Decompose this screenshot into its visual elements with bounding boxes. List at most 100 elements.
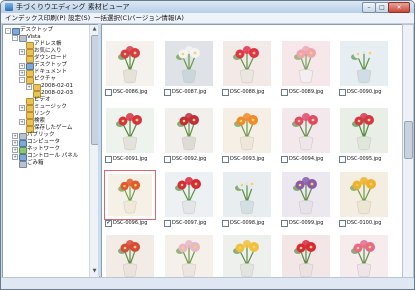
tree-item[interactable]: + 検索 (3, 118, 89, 126)
photo-thumbnail[interactable]: DSC-0089.jpg (280, 39, 332, 97)
photo-thumbnail[interactable] (280, 233, 332, 277)
tree-item[interactable]: + コンピュータ (3, 139, 89, 147)
menu-version-info[interactable]: バージョン情報(A) (129, 13, 184, 23)
menu-settings[interactable]: 設定(S) (68, 13, 90, 23)
flower-photo[interactable] (106, 235, 154, 277)
photo-thumbnail[interactable]: DSC-0090.jpg (338, 39, 390, 97)
file-name: DSC-0091.jpg (113, 156, 148, 162)
photo-thumbnail[interactable]: DSC-0098.jpg (221, 170, 273, 228)
tree-item-label: お気に入り (34, 48, 62, 54)
flower-photo[interactable] (165, 108, 213, 153)
flower-photo[interactable] (282, 108, 330, 153)
thumbnail-grid: DSC-0086.jpg DSC-0087.jpg DSC-0088.jpg DSC-… (101, 24, 404, 278)
tree-item-label: コントロール パネル (27, 153, 79, 159)
photo-thumbnail[interactable]: DSC-0099.jpg (280, 170, 332, 228)
photo-thumbnail[interactable]: DSC-0095.jpg (338, 106, 390, 164)
flower-photo[interactable] (106, 108, 154, 153)
select-checkbox[interactable] (222, 156, 229, 163)
photo-thumbnail[interactable]: DSC-0092.jpg (163, 106, 215, 164)
file-name: DSC-0099.jpg (289, 220, 324, 226)
photo-thumbnail[interactable]: DSC-0086.jpg (104, 39, 156, 97)
photo-thumbnail[interactable] (163, 233, 215, 277)
tree-item[interactable]: + ミュージック (3, 104, 89, 112)
flower-photo[interactable] (106, 41, 154, 86)
flower-photo[interactable] (340, 235, 388, 277)
file-name: DSC-0093.jpg (230, 156, 265, 162)
select-checkbox[interactable] (105, 156, 112, 163)
flower-photo[interactable] (223, 172, 271, 217)
flower-photo[interactable] (165, 41, 213, 86)
photo-thumbnail[interactable] (338, 233, 390, 277)
select-checkbox[interactable] (281, 89, 288, 96)
photo-thumbnail[interactable]: DSC-0093.jpg (221, 106, 273, 164)
select-checkbox[interactable] (339, 156, 346, 163)
tree-item[interactable]: + お気に入り (3, 48, 89, 56)
tree-item[interactable]: - ピクチャ (3, 76, 89, 84)
select-checkbox[interactable] (222, 89, 229, 96)
tree-item[interactable]: アドレス帳 (3, 41, 89, 49)
tree-item-label: ピクチャ (34, 76, 56, 82)
photo-thumbnail[interactable]: DSC-0097.jpg (163, 170, 215, 228)
thumbnail-scroll-thumb[interactable] (404, 121, 413, 159)
scroll-up-arrow-icon[interactable]: ▲ (91, 26, 98, 33)
select-checkbox[interactable] (105, 89, 112, 96)
photo-thumbnail[interactable] (221, 233, 273, 277)
photo-thumbnail[interactable]: DSC-0094.jpg (280, 106, 332, 164)
flower-photo[interactable] (223, 41, 271, 86)
select-checkbox[interactable]: ✔ (105, 220, 112, 227)
tree-item-label: ごみ箱 (27, 160, 44, 166)
select-checkbox[interactable] (164, 89, 171, 96)
tree-item[interactable]: +2008-02-01 (3, 83, 89, 91)
menu-select-all[interactable]: 一括選択(C) (94, 13, 130, 23)
flower-photo[interactable] (223, 108, 271, 153)
photo-thumbnail[interactable]: ✔ DSC-0096.jpg (104, 170, 156, 228)
tree-item[interactable]: ごみ箱 (3, 160, 89, 168)
tree-item[interactable]: + パブリック (3, 132, 89, 140)
photo-thumbnail[interactable]: DSC-0091.jpg (104, 106, 156, 164)
tree-item[interactable]: + ネットワーク (3, 146, 89, 154)
select-checkbox[interactable] (281, 220, 288, 227)
flower-photo[interactable] (340, 41, 388, 86)
flower-photo[interactable] (340, 172, 388, 217)
select-checkbox[interactable] (164, 156, 171, 163)
tree-item[interactable]: + ドキュメント (3, 69, 89, 77)
maximize-button[interactable]: □ (375, 2, 389, 13)
tree-item[interactable]: 2008-02-03 (3, 90, 89, 98)
flower-photo[interactable] (223, 235, 271, 277)
flower-photo[interactable] (165, 172, 213, 217)
minimize-button[interactable]: – (362, 2, 376, 13)
file-name: DSC-0094.jpg (289, 156, 324, 162)
select-checkbox[interactable] (281, 156, 288, 163)
flower-photo[interactable] (282, 41, 330, 86)
tree-item[interactable]: + コントロール パネル (3, 153, 89, 161)
menu-index-print[interactable]: インデックス印刷(P) (5, 13, 66, 23)
scroll-down-arrow-icon[interactable]: ▼ (91, 268, 98, 275)
photo-thumbnail[interactable]: DSC-0088.jpg (221, 39, 273, 97)
folder-tree: - デスクトップ - Vista アドレス帳 + お気に入り ダウンロード + デスクトップ + ドキ… (3, 25, 89, 277)
file-name: DSC-0097.jpg (172, 220, 207, 226)
select-checkbox[interactable] (164, 220, 171, 227)
close-button[interactable]: ✕ (388, 2, 410, 13)
flower-photo[interactable] (104, 170, 156, 220)
select-checkbox[interactable] (222, 220, 229, 227)
photo-thumbnail[interactable]: DSC-0087.jpg (163, 39, 215, 97)
flower-photo[interactable] (165, 235, 213, 277)
flower-photo[interactable] (282, 172, 330, 217)
title-bar[interactable]: 手づくりウエディング 素材ビューア – □ ✕ (1, 1, 414, 13)
flower-photo[interactable] (282, 235, 330, 277)
select-checkbox[interactable] (339, 89, 346, 96)
tree-item-label: リンク (34, 111, 51, 117)
flower-photo[interactable] (340, 108, 388, 153)
photo-thumbnail[interactable] (104, 233, 156, 277)
tree-item[interactable]: ダウンロード (3, 55, 89, 63)
tree-item[interactable]: - デスクトップ (3, 27, 89, 35)
tree-item[interactable]: 保存したゲーム (3, 125, 89, 133)
thumbnail-scrollbar[interactable] (402, 24, 414, 278)
photo-thumbnail[interactable]: DSC-0100.jpg (338, 170, 390, 228)
select-checkbox[interactable] (339, 220, 346, 227)
tree-item[interactable]: リンク (3, 111, 89, 119)
file-name: DSC-0096.jpg (113, 220, 148, 226)
tree-item[interactable]: + デスクトップ (3, 62, 89, 70)
tree-item[interactable]: ビデオ (3, 97, 89, 105)
tree-item[interactable]: - Vista (3, 34, 89, 42)
